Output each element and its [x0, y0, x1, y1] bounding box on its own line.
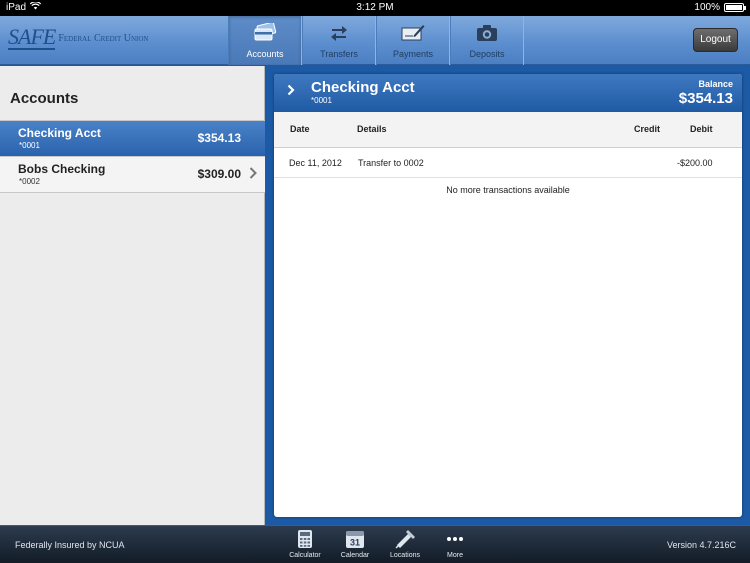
tab-label: Transfers — [320, 49, 358, 59]
account-number: *0002 — [19, 177, 40, 186]
account-balance: $309.00 — [197, 167, 241, 181]
calculator-button[interactable]: Calculator — [280, 528, 330, 559]
detail-account-name: Checking Acct — [311, 79, 415, 96]
map-pin-icon — [394, 528, 416, 550]
transactions-header: Date Details Credit Debit — [274, 112, 742, 148]
calendar-day: 31 — [350, 538, 360, 548]
account-name: Bobs Checking — [18, 162, 106, 176]
accounts-list: Checking Acct *0001 $354.13 Bobs Checkin… — [0, 120, 265, 193]
tab-accounts[interactable]: Accounts — [228, 16, 302, 65]
chevron-right-icon — [249, 167, 257, 182]
tab-label: Accounts — [246, 49, 284, 59]
tool-label: Calendar — [340, 552, 370, 559]
column-debit: Debit — [690, 124, 713, 134]
locations-button[interactable]: Locations — [380, 528, 430, 559]
column-credit: Credit — [634, 124, 661, 134]
account-detail-panel: Checking Acct *0001 Balance $354.13 Date… — [274, 74, 742, 517]
account-row-bobs-checking[interactable]: Bobs Checking *0002 $309.00 — [0, 157, 265, 193]
check-pen-icon — [401, 22, 425, 44]
tab-transfers[interactable]: Transfers — [302, 16, 376, 65]
app-version: Version 4.7.216C — [666, 540, 736, 550]
status-time: 3:12 PM — [356, 2, 394, 13]
account-row-checking-acct[interactable]: Checking Acct *0001 $354.13 — [0, 121, 265, 157]
transaction-debit: -$200.00 — [677, 158, 713, 168]
account-detail-header: Checking Acct *0001 Balance $354.13 — [274, 74, 742, 112]
more-dots-icon — [446, 528, 464, 550]
detail-balance: $354.13 — [678, 90, 733, 107]
transfer-arrows-icon — [330, 22, 348, 44]
status-bar: iPad 3:12 PM 100% — [0, 0, 750, 16]
transaction-details: Transfer to 0002 — [358, 158, 424, 168]
calculator-icon — [297, 528, 313, 550]
brand-logo: SAFE Federal Credit Union — [8, 26, 149, 50]
accounts-heading: Accounts — [10, 90, 79, 107]
account-balance: $354.13 — [197, 131, 241, 145]
tab-label: Deposits — [469, 49, 505, 59]
tab-label: Payments — [392, 49, 434, 59]
tool-label: Locations — [390, 552, 420, 559]
column-date: Date — [290, 124, 310, 134]
transaction-row[interactable]: Dec 11, 2012 Transfer to 0002 -$200.00 — [274, 148, 742, 178]
bottom-tools: Calculator 31 Calendar Locations More — [280, 528, 480, 559]
top-nav-bar: SAFE Federal Credit Union Accounts Trans… — [0, 16, 750, 65]
account-number: *0001 — [19, 141, 40, 150]
calendar-button[interactable]: 31 Calendar — [330, 528, 380, 559]
tab-payments[interactable]: Payments — [376, 16, 450, 65]
main-tabs: Accounts Transfers Payments Deposits — [228, 16, 524, 65]
bottom-toolbar: Federally Insured by NCUA Calculator 31 … — [0, 525, 750, 563]
detail-account-number: *0001 — [311, 96, 332, 105]
battery-icon — [724, 3, 746, 12]
chevron-right-icon[interactable] — [287, 83, 295, 99]
calendar-icon: 31 — [345, 528, 365, 550]
column-details: Details — [357, 124, 387, 134]
insured-notice: Federally Insured by NCUA — [15, 540, 125, 550]
battery-percent: 100% — [694, 2, 720, 13]
logout-button[interactable]: Logout — [693, 28, 738, 52]
accounts-sidebar: Accounts Checking Acct *0001 $354.13 Bob… — [0, 66, 265, 525]
battery-fill — [726, 5, 742, 10]
logo-mark: SAFE — [8, 24, 56, 50]
card-icon — [253, 22, 277, 44]
account-name: Checking Acct — [18, 126, 101, 140]
camera-icon — [476, 22, 498, 44]
tool-label: More — [447, 552, 463, 559]
more-button[interactable]: More — [430, 528, 480, 559]
transaction-date: Dec 11, 2012 — [289, 158, 342, 168]
logo-text: Federal Credit Union — [58, 33, 149, 44]
balance-label: Balance — [698, 79, 733, 89]
tab-deposits[interactable]: Deposits — [450, 16, 524, 65]
no-more-transactions: No more transactions available — [446, 185, 570, 195]
tool-label: Calculator — [289, 552, 321, 559]
